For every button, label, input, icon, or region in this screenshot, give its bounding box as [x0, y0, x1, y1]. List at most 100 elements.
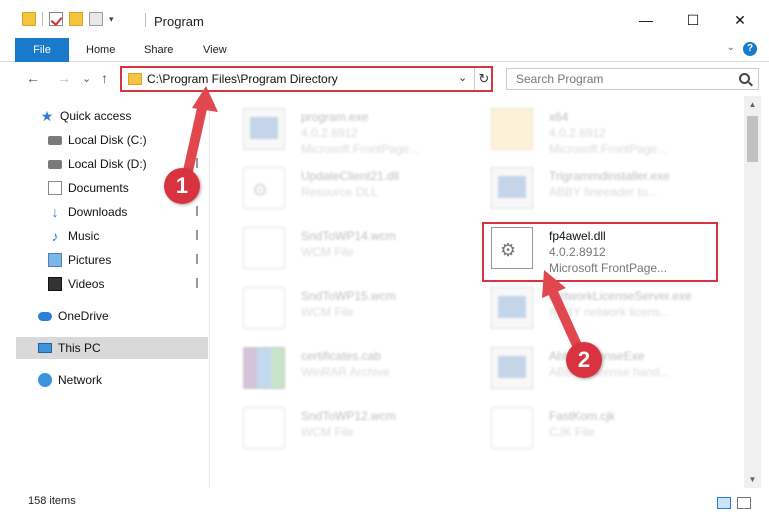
tab-file[interactable]: File — [15, 38, 69, 62]
archive-file-icon — [243, 347, 285, 389]
file-tile[interactable]: certificates.cab WinRAR Archive — [221, 339, 453, 395]
sidebar-item-pictures[interactable]: Pictures — [48, 249, 208, 271]
sidebar-item-network[interactable]: Network — [38, 369, 203, 391]
step-badge-2: 2 — [566, 342, 602, 378]
exe-file-icon — [491, 347, 533, 389]
file-name: SndToWP12.wcm — [301, 409, 396, 423]
star-icon: ★ — [40, 108, 54, 124]
file-tile[interactable]: Trigrammdinstaller.exe ABBY fineeader to… — [469, 159, 701, 215]
sidebar-item-label: Videos — [68, 277, 105, 291]
item-count: 158 items — [28, 495, 76, 507]
expand-ribbon-chevron-icon[interactable]: ⌄ — [727, 42, 735, 53]
sidebar-item-downloads[interactable]: ↓ Downloads — [48, 201, 208, 223]
vertical-scrollbar[interactable]: ▲ ▼ — [744, 96, 761, 488]
forward-button[interactable]: → — [57, 70, 71, 86]
sidebar-item-label: Local Disk (C:) — [68, 133, 147, 147]
details-view-icon[interactable] — [717, 497, 731, 509]
documents-icon — [48, 181, 62, 195]
window-title: Program — [154, 14, 204, 29]
properties-icon[interactable] — [49, 12, 63, 26]
file-name: certificates.cab — [301, 349, 382, 363]
network-icon — [38, 373, 52, 387]
videos-icon — [48, 277, 62, 291]
sidebar-item-local-disk-c[interactable]: Local Disk (C:) — [48, 129, 208, 151]
generic-file-icon — [491, 407, 533, 449]
pin-icon — [196, 230, 202, 240]
file-type: CJK File — [549, 425, 595, 439]
search-input[interactable]: Search Program — [506, 68, 759, 90]
search-placeholder: Search Program — [516, 72, 604, 86]
sidebar-item-label: Local Disk (D:) — [68, 157, 147, 171]
back-button[interactable]: ← — [26, 70, 40, 86]
recent-locations-button[interactable]: ⌄ — [82, 72, 91, 85]
title-bar: ▾ Program — ☐ ✕ — [0, 0, 769, 38]
address-dropdown-chevron-icon[interactable]: ⌄ — [458, 71, 467, 84]
file-tile[interactable]: program.exe 4.0.2.8912 Microsoft FrontPa… — [221, 100, 453, 156]
pin-icon — [196, 158, 202, 168]
file-list: program.exe 4.0.2.8912 Microsoft FrontPa… — [211, 96, 744, 488]
sidebar-item-videos[interactable]: Videos — [48, 273, 208, 295]
title-divider — [145, 13, 146, 27]
view-options-icon[interactable] — [89, 12, 103, 26]
file-type: Resource DLL — [301, 185, 378, 199]
sidebar-item-quick-access[interactable]: ★ Quick access — [40, 105, 205, 127]
refresh-button[interactable]: ↻ — [474, 68, 493, 90]
tab-view[interactable]: View — [203, 38, 227, 62]
pin-icon — [196, 134, 202, 144]
up-button[interactable]: ↑ — [101, 70, 108, 86]
customize-toolbar-chevron-icon[interactable]: ▾ — [109, 14, 114, 25]
maximize-button[interactable]: ☐ — [683, 10, 703, 30]
file-name: SndToWP15.wcm — [301, 289, 396, 303]
file-type: WCM File — [301, 305, 354, 319]
file-tile[interactable]: NetworkLicenseServer.exe ABBY network li… — [469, 279, 701, 335]
music-icon: ♪ — [51, 228, 59, 244]
file-description: Microsoft FrontPage... — [549, 142, 668, 156]
disk-icon — [48, 135, 62, 145]
file-tile[interactable]: UpdateClient21.dll Resource DLL — [221, 159, 453, 215]
sidebar-item-label: This PC — [58, 341, 101, 355]
quick-access-toolbar: ▾ — [22, 12, 114, 26]
address-path[interactable]: C:\Program Files\Program Directory — [147, 72, 338, 86]
scroll-down-arrow-icon[interactable]: ▼ — [744, 471, 761, 488]
file-name: SndToWP14.wcm — [301, 229, 396, 243]
sidebar-item-label: Quick access — [60, 109, 132, 123]
search-icon[interactable] — [739, 73, 750, 84]
file-tile[interactable]: FastKom.cjk CJK File — [469, 399, 701, 455]
large-icons-view-icon[interactable] — [737, 497, 751, 509]
pin-icon — [196, 206, 202, 216]
file-version: 4.0.2.8912 — [301, 126, 358, 140]
sidebar-item-label: Network — [58, 373, 103, 387]
pictures-icon — [48, 253, 62, 267]
file-name: NetworkLicenseServer.exe — [549, 289, 692, 303]
minimize-button[interactable]: — — [636, 10, 656, 30]
new-folder-icon[interactable] — [69, 12, 83, 26]
file-tile[interactable]: SndToWP15.wcm WCM File — [221, 279, 453, 335]
navigation-pane: ★ Quick access Local Disk (C:) Local Dis… — [0, 96, 210, 488]
close-button[interactable]: ✕ — [730, 10, 750, 30]
folder-tile[interactable]: x64 4.0.2.8912 Microsoft FrontPage... — [469, 100, 701, 156]
exe-file-icon — [491, 287, 533, 329]
file-description: ABBY fineeader to... — [549, 185, 658, 199]
file-description: ABBY network licens... — [549, 305, 671, 319]
file-tile[interactable]: SndToWP14.wcm WCM File — [221, 219, 453, 275]
file-tile[interactable]: SndToWP12.wcm WCM File — [221, 399, 453, 455]
sidebar-item-music[interactable]: ♪ Music — [48, 225, 208, 247]
sidebar-item-onedrive[interactable]: OneDrive — [38, 305, 203, 327]
scrollbar-thumb[interactable] — [747, 116, 758, 162]
file-name: x64 — [549, 110, 569, 124]
scroll-up-arrow-icon[interactable]: ▲ — [744, 96, 761, 113]
file-type: WCM File — [301, 425, 354, 439]
file-name: UpdateClient21.dll — [301, 169, 400, 183]
folder-icon[interactable] — [22, 12, 36, 26]
address-bar[interactable]: C:\Program Files\Program Directory ⌄ ↻ — [120, 66, 493, 92]
toolbar-divider — [42, 12, 43, 26]
computer-icon — [38, 343, 52, 353]
help-icon[interactable]: ? — [743, 42, 757, 56]
generic-file-icon — [243, 227, 285, 269]
tab-home[interactable]: Home — [86, 38, 115, 62]
sidebar-item-this-pc[interactable]: This PC — [16, 337, 208, 359]
tab-share[interactable]: Share — [144, 38, 173, 62]
sidebar-item-label: OneDrive — [58, 309, 109, 323]
exe-file-icon — [243, 108, 285, 150]
dll-file-icon — [243, 167, 285, 209]
